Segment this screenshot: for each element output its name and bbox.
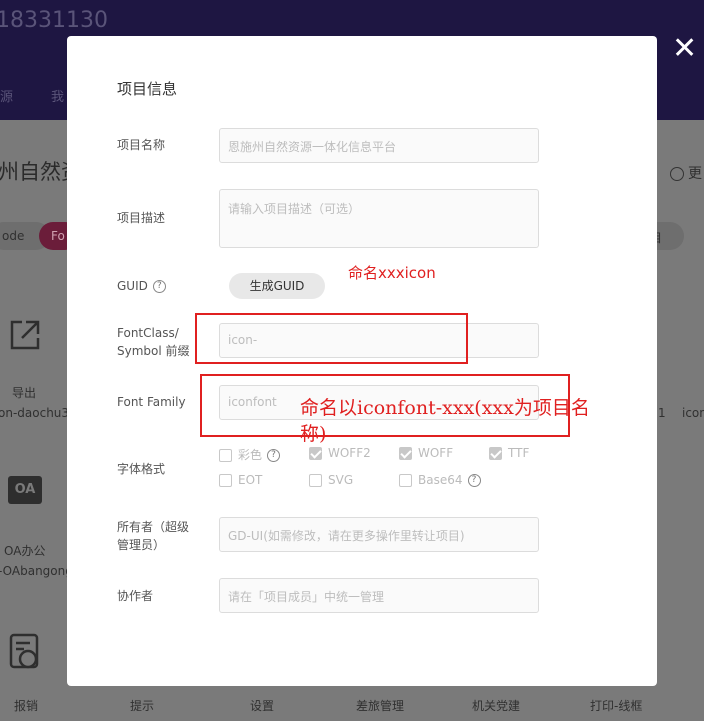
format-eot-checkbox[interactable]: EOT <box>219 473 262 487</box>
project-name-input[interactable]: 恩施州自然资源一体化信息平台 <box>219 128 539 163</box>
checkbox-box <box>219 474 232 487</box>
oa-icon[interactable]: OA <box>8 476 42 504</box>
app-title: 18331130 <box>0 8 108 33</box>
font-format-label: 字体格式 <box>117 462 166 476</box>
right-label-2: icon <box>682 406 704 420</box>
bottom-label-2: 提示 <box>130 699 155 713</box>
icon-code-export: on-daochu3 <box>0 406 70 420</box>
format-svg-checkbox[interactable]: SVG <box>309 473 353 487</box>
nav-item-2[interactable]: 我 <box>51 86 64 105</box>
font-family-label: Font Family <box>117 395 186 409</box>
generate-guid-button[interactable]: 生成GUID <box>229 273 325 299</box>
bottom-label-3: 设置 <box>250 699 275 713</box>
format-base64-checkbox[interactable]: Base64? <box>399 473 481 487</box>
bottom-label-6: 打印-线框 <box>590 699 643 713</box>
annotation-guid-note: 命名xxxicon <box>348 264 436 282</box>
owner-label-line2: 管理员） <box>117 538 166 552</box>
format-base64-label: Base64 <box>418 473 463 487</box>
owner-input[interactable]: GD-UI(如需修改，请在更多操作里转让项目) <box>219 517 539 552</box>
icon-code-oa: -OAbangong <box>0 564 73 578</box>
format-woff-checkbox[interactable]: WOFF <box>399 446 453 460</box>
icon-label-oa: OA办公 <box>4 544 46 558</box>
format-color-label: 彩色 <box>238 448 263 462</box>
pill-fontclass-label: Fo <box>51 229 65 243</box>
base64-help-icon[interactable]: ? <box>467 474 481 487</box>
format-woff2-checkbox[interactable]: WOFF2 <box>309 446 371 460</box>
fontclass-label-line2: Symbol 前缀 <box>117 344 190 358</box>
collaborator-label: 协作者 <box>117 589 154 603</box>
format-ttf-label: TTF <box>508 446 530 460</box>
checkbox-box <box>489 447 502 460</box>
radio-more[interactable]: 更 <box>670 163 702 183</box>
owner-label-line1: 所有者（超级 <box>117 520 190 534</box>
format-woff-label: WOFF <box>418 446 454 460</box>
bottom-label-4: 差旅管理 <box>356 699 405 713</box>
right-label-1: 1 <box>658 406 666 420</box>
pill-unicode-label: ode <box>2 229 25 243</box>
fontclass-label-line1: FontClass/ <box>117 326 179 340</box>
collaborator-input[interactable]: 请在「项目成员」中统一管理 <box>219 578 539 613</box>
format-color-checkbox[interactable]: 彩色? <box>219 446 281 463</box>
annotation-family-note: 命名以iconfont-xxx(xxx为项目名 称) <box>300 395 590 447</box>
reimburse-icon[interactable] <box>8 632 42 676</box>
guid-label: GUID <box>117 279 148 293</box>
checkbox-box <box>399 474 412 487</box>
nav-item-1[interactable]: 源 <box>0 86 13 105</box>
dialog-title: 项目信息 <box>117 80 178 98</box>
color-help-icon[interactable]: ? <box>267 449 281 462</box>
format-svg-label: SVG <box>328 473 354 487</box>
guid-help-icon[interactable]: ? <box>152 280 166 293</box>
project-desc-label: 项目描述 <box>117 211 166 225</box>
annotation-family-line1: 命名以iconfont-xxx(xxx为项目名 <box>300 397 590 419</box>
annotation-family-line2: 称) <box>300 423 327 445</box>
checkbox-box <box>219 449 232 462</box>
bottom-label-1: 报销 <box>14 699 39 713</box>
checkbox-box <box>399 447 412 460</box>
checkbox-box <box>309 474 322 487</box>
close-icon[interactable]: ✕ <box>672 34 698 64</box>
format-eot-label: EOT <box>238 473 263 487</box>
bottom-label-5: 机关党建 <box>472 699 521 713</box>
format-ttf-checkbox[interactable]: TTF <box>489 446 529 460</box>
radio-more-label: 更 <box>688 166 702 182</box>
icon-label-export: 导出 <box>12 386 37 400</box>
annotation-box-fontclass <box>195 313 468 364</box>
project-desc-textarea[interactable]: 请输入项目描述（可选） <box>219 189 539 248</box>
checkbox-box <box>309 447 322 460</box>
format-woff2-label: WOFF2 <box>328 446 371 460</box>
guid-label-row: GUID? <box>117 277 166 295</box>
fontclass-label: FontClass/Symbol 前缀 <box>117 324 190 360</box>
owner-label: 所有者（超级 管理员） <box>117 518 189 554</box>
project-name-label: 项目名称 <box>117 138 166 152</box>
export-icon[interactable] <box>8 318 42 356</box>
